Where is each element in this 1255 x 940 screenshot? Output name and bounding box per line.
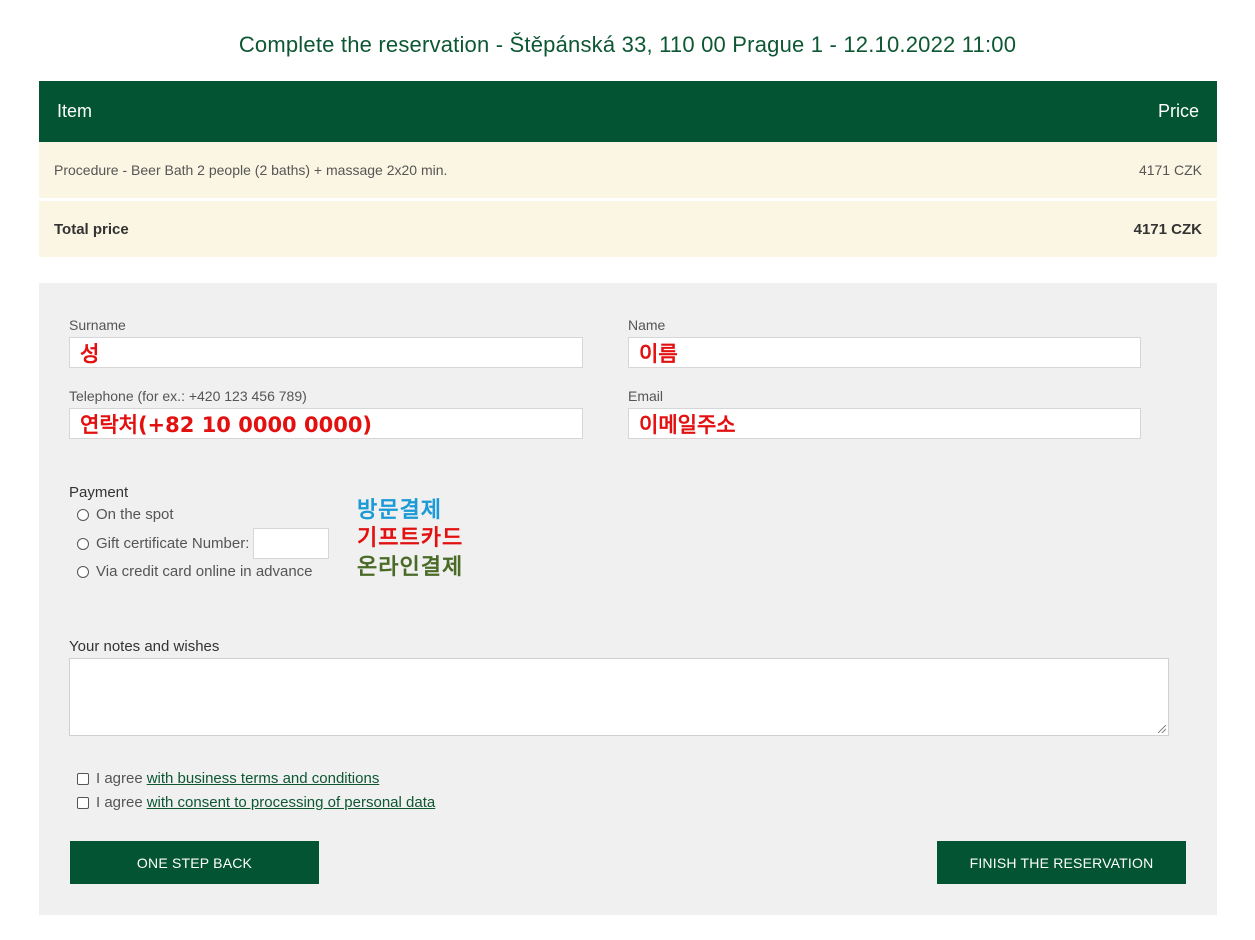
notes-textarea[interactable] xyxy=(69,658,1169,736)
annotation-gift-card: 기프트카드 xyxy=(357,526,464,551)
page-title: Complete the reservation - Štěpánská 33,… xyxy=(238,32,1017,57)
name-input[interactable]: 이름 xyxy=(628,337,1141,368)
agree-privacy-row[interactable]: I agree with consent to processing of pe… xyxy=(77,794,435,811)
surname-input[interactable]: 성 xyxy=(69,337,583,368)
email-label: Email xyxy=(628,388,664,404)
radio-on-the-spot[interactable] xyxy=(77,508,89,521)
agree-terms-checkbox[interactable] xyxy=(77,772,89,785)
payment-option-gift[interactable]: Gift certificate Number: xyxy=(77,528,330,559)
order-table-header: Item Price xyxy=(39,81,1217,142)
one-step-back-button[interactable]: ONE STEP BACK xyxy=(70,841,319,884)
finish-reservation-button[interactable]: FINISH THE RESERVATION xyxy=(937,841,1186,884)
annotation-online-payment: 온라인결제 xyxy=(357,555,464,580)
order-summary-table: Item Price Procedure - Beer Bath 2 peopl… xyxy=(39,81,1217,257)
name-label: Name xyxy=(628,317,666,333)
agree-terms-row[interactable]: I agree with business terms and conditio… xyxy=(77,770,379,787)
agree-prefix: I agree xyxy=(96,794,143,811)
gift-certificate-input[interactable] xyxy=(253,528,330,559)
resize-grip-icon[interactable] xyxy=(1158,725,1166,733)
payment-option-label: On the spot xyxy=(96,506,174,523)
payment-title: Payment xyxy=(69,484,129,501)
surname-label: Surname xyxy=(69,317,126,333)
header-item: Item xyxy=(57,101,93,121)
privacy-link[interactable]: with consent to processing of personal d… xyxy=(147,794,436,811)
total-label: Total price xyxy=(54,220,129,238)
order-total-row: Total price 4171 CZK xyxy=(39,201,1217,257)
payment-option-on-the-spot[interactable]: On the spot xyxy=(77,506,174,523)
payment-option-label: Gift certificate Number: xyxy=(96,535,250,552)
radio-credit-card[interactable] xyxy=(77,565,89,578)
order-item-price: 4171 CZK xyxy=(1138,162,1202,178)
header-price: Price xyxy=(1157,101,1199,121)
notes-label: Your notes and wishes xyxy=(69,638,220,655)
reservation-form: Surname 성 Name 이름 Telephone (for ex.: +4… xyxy=(39,283,1217,915)
radio-gift-certificate[interactable] xyxy=(77,537,89,550)
total-value: 4171 CZK xyxy=(1133,220,1202,238)
payment-option-label: Via credit card online in advance xyxy=(96,563,313,580)
payment-option-credit-card[interactable]: Via credit card online in advance xyxy=(77,563,313,580)
telephone-input[interactable]: 연락처(+82 10 0000 0000) xyxy=(69,408,583,439)
email-input[interactable]: 이메일주소 xyxy=(628,408,1141,439)
order-item-row: Procedure - Beer Bath 2 people (2 baths)… xyxy=(39,142,1217,198)
terms-link[interactable]: with business terms and conditions xyxy=(147,770,380,787)
order-item-name: Procedure - Beer Bath 2 people (2 baths)… xyxy=(54,162,448,178)
telephone-label: Telephone (for ex.: +420 123 456 789) xyxy=(69,388,307,404)
agree-privacy-checkbox[interactable] xyxy=(77,796,89,809)
agree-prefix: I agree xyxy=(96,770,143,787)
